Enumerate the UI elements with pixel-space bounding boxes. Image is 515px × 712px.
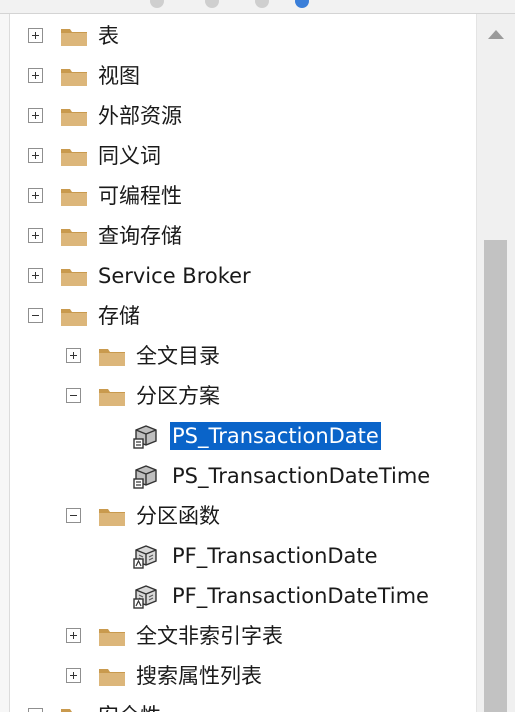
partition-scheme-icon <box>132 464 162 490</box>
tree-node-ps-transactiondate[interactable]: PS_TransactionDate <box>10 416 476 456</box>
title-bar-strip <box>0 0 515 14</box>
tree-node-synonyms[interactable]: 同义词 <box>10 136 476 176</box>
folder-icon <box>60 186 88 207</box>
toolbar-icon[interactable] <box>255 0 269 8</box>
folder-icon <box>60 226 88 247</box>
tree-node-search-property-lists[interactable]: 搜索属性列表 <box>10 656 476 696</box>
tree-node-security[interactable]: 安全性 <box>10 696 476 712</box>
tree-node-label[interactable]: 分区函数 <box>134 502 222 530</box>
toolbar-icon[interactable] <box>150 0 164 8</box>
vertical-scrollbar[interactable] <box>476 14 515 712</box>
collapse-icon[interactable] <box>66 508 81 523</box>
tree-node-label[interactable]: 外部资源 <box>96 102 184 130</box>
tree-node-ps-transactiondatetime[interactable]: PS_TransactionDateTime <box>10 456 476 496</box>
arrow-up-icon <box>488 30 504 39</box>
folder-icon <box>98 506 126 527</box>
object-explorer-tree: 表 视图 外部资源 同义词 可编程性 查询存储 Service Broker 存… <box>10 14 476 712</box>
collapse-icon[interactable] <box>66 388 81 403</box>
partition-function-icon <box>132 544 162 570</box>
tree-node-label[interactable]: 全文目录 <box>134 342 222 370</box>
tree-node-fulltext-catalogs[interactable]: 全文目录 <box>10 336 476 376</box>
partition-function-icon <box>132 584 162 610</box>
folder-icon <box>98 626 126 647</box>
tree-node-label[interactable]: 查询存储 <box>96 222 184 250</box>
tree-node-views[interactable]: 视图 <box>10 56 476 96</box>
tree-node-label[interactable]: Service Broker <box>96 262 253 290</box>
folder-icon <box>60 146 88 167</box>
partition-scheme-icon <box>132 424 162 450</box>
folder-icon <box>98 386 126 407</box>
folder-icon <box>98 346 126 367</box>
folder-icon <box>60 26 88 47</box>
expand-icon[interactable] <box>28 228 43 243</box>
tree-node-query-store[interactable]: 查询存储 <box>10 216 476 256</box>
tree-node-pf-transactiondatetime[interactable]: PF_TransactionDateTime <box>10 576 476 616</box>
expand-icon[interactable] <box>66 348 81 363</box>
tree-node-label[interactable]: PF_TransactionDateTime <box>170 582 431 610</box>
tree-node-partition-functions[interactable]: 分区函数 <box>10 496 476 536</box>
expand-icon[interactable] <box>66 668 81 683</box>
expand-icon[interactable] <box>28 28 43 43</box>
tree-node-programmability[interactable]: 可编程性 <box>10 176 476 216</box>
tree-node-label[interactable]: PF_TransactionDate <box>170 542 380 570</box>
expand-icon[interactable] <box>28 188 43 203</box>
tree-node-label[interactable]: 搜索属性列表 <box>134 662 264 690</box>
object-explorer-window: 表 视图 外部资源 同义词 可编程性 查询存储 Service Broker 存… <box>0 0 515 712</box>
tree-node-partition-schemes[interactable]: 分区方案 <box>10 376 476 416</box>
tree-node-label[interactable]: 可编程性 <box>96 182 184 210</box>
expand-icon[interactable] <box>28 268 43 283</box>
tree-node-external-resources[interactable]: 外部资源 <box>10 96 476 136</box>
tree-node-label[interactable]: PS_TransactionDate <box>170 422 381 450</box>
expand-icon[interactable] <box>28 68 43 83</box>
tree-node-fulltext-stoplists[interactable]: 全文非索引字表 <box>10 616 476 656</box>
tree-node-service-broker[interactable]: Service Broker <box>10 256 476 296</box>
collapse-icon[interactable] <box>28 308 43 323</box>
tree-node-label[interactable]: PS_TransactionDateTime <box>170 462 432 490</box>
left-edge <box>0 14 10 712</box>
tree-node-label[interactable]: 同义词 <box>96 142 163 170</box>
tree-node-tables[interactable]: 表 <box>10 16 476 56</box>
folder-icon <box>60 106 88 127</box>
toolbar-icon[interactable] <box>295 0 309 8</box>
folder-icon <box>60 706 88 712</box>
expand-icon[interactable] <box>28 708 43 712</box>
scrollbar-thumb[interactable] <box>484 240 507 712</box>
folder-icon <box>60 66 88 87</box>
tree-node-storage[interactable]: 存储 <box>10 296 476 336</box>
tree-node-label[interactable]: 安全性 <box>96 702 163 712</box>
toolbar-icon[interactable] <box>205 0 219 8</box>
tree-node-label[interactable]: 表 <box>96 22 121 50</box>
expand-icon[interactable] <box>28 108 43 123</box>
tree-node-pf-transactiondate[interactable]: PF_TransactionDate <box>10 536 476 576</box>
tree-node-label[interactable]: 存储 <box>96 302 142 330</box>
tree-node-label[interactable]: 全文非索引字表 <box>134 622 285 650</box>
scroll-up-button[interactable] <box>477 14 515 54</box>
folder-icon <box>60 266 88 287</box>
folder-icon <box>98 666 126 687</box>
folder-icon <box>60 306 88 327</box>
expand-icon[interactable] <box>28 148 43 163</box>
tree-node-label[interactable]: 视图 <box>96 62 142 90</box>
expand-icon[interactable] <box>66 628 81 643</box>
tree-node-label[interactable]: 分区方案 <box>134 382 222 410</box>
